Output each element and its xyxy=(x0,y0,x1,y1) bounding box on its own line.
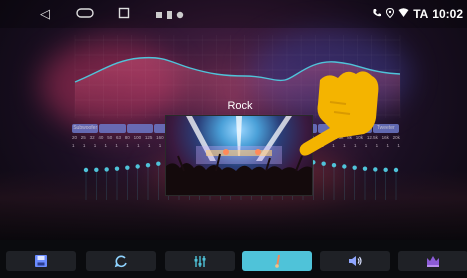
equalizer-screen: ◁ TA 10:02 Subwoofer Tweeter 20 25 32 40… xyxy=(0,0,467,278)
volume-button[interactable] xyxy=(320,251,390,271)
recents-square-icon[interactable] xyxy=(118,7,130,23)
eq-gain-label: 1 xyxy=(147,143,151,148)
save-button[interactable] xyxy=(6,251,76,271)
eq-band-label xyxy=(99,124,126,133)
eq-frequency-label: 40 xyxy=(98,135,104,140)
premium-button[interactable] xyxy=(398,251,467,271)
eq-slider-knob[interactable] xyxy=(135,164,140,169)
crown-icon xyxy=(427,256,439,267)
tuning-icon xyxy=(275,255,280,268)
wifi-icon xyxy=(398,6,409,22)
eq-frequency-label: 32 xyxy=(89,135,95,140)
eq-gain-label: 1 xyxy=(72,143,75,148)
reset-icon xyxy=(114,255,127,268)
back-triangle-icon[interactable]: ◁ xyxy=(40,6,50,22)
preset-name: Rock xyxy=(227,100,253,112)
eq-frequency-label: 160 xyxy=(156,135,164,140)
volume-icon xyxy=(349,256,362,266)
eq-gain-label: 1 xyxy=(115,143,118,148)
eq-slider-knob[interactable] xyxy=(145,162,151,168)
notification-icons xyxy=(155,8,187,24)
eq-frequency-label: 63 xyxy=(115,135,121,140)
clock: 10:02 xyxy=(432,7,463,21)
eq-frequency-label: 80 xyxy=(124,135,130,140)
eq-sliders-button[interactable] xyxy=(165,251,235,271)
eq-frequency-label: 100 xyxy=(133,135,142,140)
eq-band-label xyxy=(126,124,153,133)
status-right: TA 10:02 xyxy=(372,6,463,22)
eq-sliders-icon xyxy=(194,256,206,267)
phone-icon xyxy=(372,6,382,22)
eq-frequency-label: 20 xyxy=(72,135,78,140)
eq-band-label: Subwoofer xyxy=(72,124,99,133)
reset-button[interactable] xyxy=(86,251,156,271)
eq-frequency-label: 20k xyxy=(392,135,400,140)
eq-frequency-label: 125 xyxy=(144,135,153,140)
eq-gain-label: 1 xyxy=(82,143,86,148)
eq-frequency-label: 50 xyxy=(107,135,113,140)
eq-gain-label: 1 xyxy=(137,143,140,148)
eq-slider-knob[interactable] xyxy=(156,161,161,166)
tuning-button[interactable] xyxy=(242,251,312,271)
eq-gain-label: 1 xyxy=(126,143,129,148)
status-text: TA xyxy=(413,7,429,21)
save-icon xyxy=(35,255,47,267)
eq-gain-label: 1 xyxy=(158,143,162,148)
eq-frequency-label: 25 xyxy=(80,135,86,140)
pointing-hand-icon xyxy=(299,71,379,156)
eq-gain-label: 1 xyxy=(397,143,400,148)
status-bar: ◁ TA 10:02 xyxy=(0,0,467,28)
home-pill-icon[interactable] xyxy=(76,7,94,23)
eq-gain-label: 1 xyxy=(104,143,108,148)
location-icon xyxy=(386,6,395,22)
eq-gain-label: 1 xyxy=(93,143,97,148)
